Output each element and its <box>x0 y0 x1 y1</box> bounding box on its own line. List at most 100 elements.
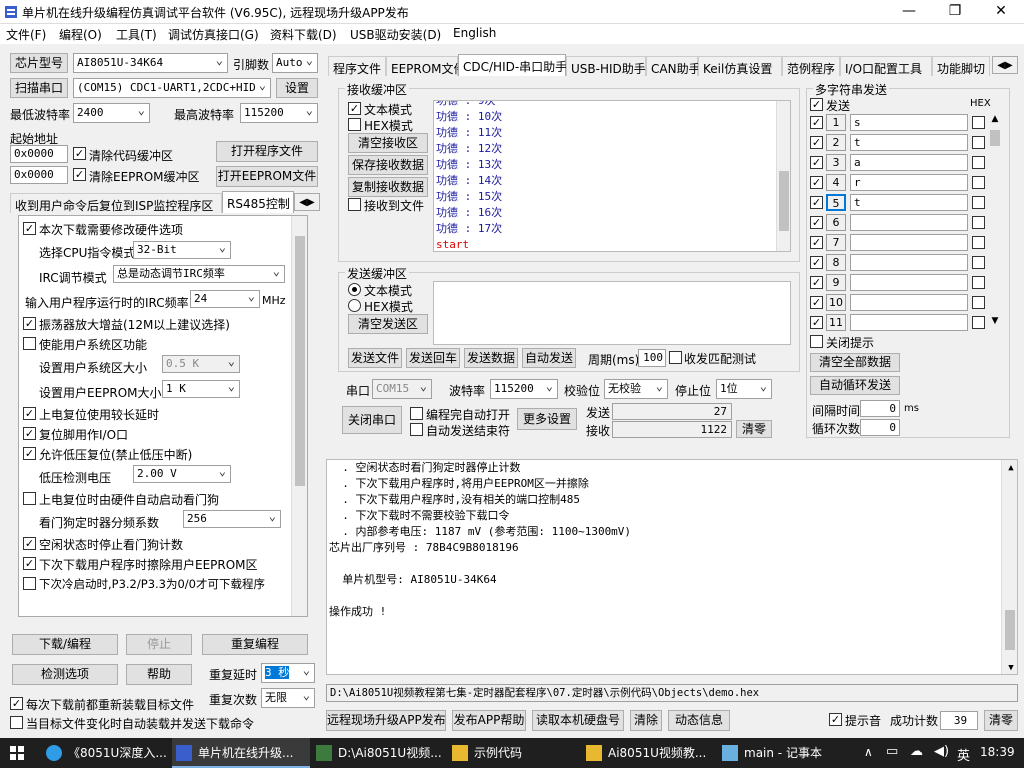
multi-row-hex-checkbox[interactable] <box>972 316 985 329</box>
publish-help-button[interactable]: 发布APP帮助 <box>452 710 526 731</box>
multi-row-hex-checkbox[interactable] <box>972 156 985 169</box>
maximize-icon[interactable]: ❐ <box>932 0 978 24</box>
cold-boot-checkbox[interactable] <box>23 577 36 590</box>
multi-row-send-button[interactable]: 5 <box>826 194 846 211</box>
multi-row-send-checkbox[interactable] <box>810 216 823 229</box>
tab-scroll-icon[interactable]: ◀▶ <box>294 193 320 211</box>
multi-row-hex-checkbox[interactable] <box>972 176 985 189</box>
log-scroll-thumb[interactable] <box>1005 610 1015 650</box>
multi-row-send-checkbox[interactable] <box>810 156 823 169</box>
input-lang[interactable]: 英 <box>957 745 970 764</box>
menu-tools[interactable]: 工具(T) <box>116 26 157 43</box>
auto-loop-button[interactable]: 自动循环发送 <box>810 376 900 395</box>
multi-row-hex-checkbox[interactable] <box>972 256 985 269</box>
loop-input[interactable]: 0 <box>860 419 900 436</box>
multi-row-input[interactable] <box>850 314 968 331</box>
network-icon[interactable]: ▭ <box>886 744 898 759</box>
baud-select[interactable]: 115200 <box>490 379 558 399</box>
multi-row-send-button[interactable]: 3 <box>826 154 846 171</box>
log-scroll-up-icon[interactable]: ▲ <box>1002 460 1017 476</box>
menu-english[interactable]: English <box>453 26 496 40</box>
clear-eeprom-checkbox[interactable] <box>73 168 86 181</box>
copy-recv-button[interactable]: 复制接收数据 <box>348 177 428 197</box>
tab-program-file[interactable]: 程序文件 <box>328 56 386 76</box>
multi-row-send-checkbox[interactable] <box>810 296 823 309</box>
recv-scrollbar[interactable] <box>776 101 790 251</box>
download-button[interactable]: 下载/编程 <box>12 634 118 655</box>
multi-row-input[interactable] <box>850 274 968 291</box>
taskbar-item-isp[interactable]: 单片机在线升级... <box>172 738 310 768</box>
parity-select[interactable]: 无校验 <box>604 379 668 399</box>
multi-row-send-checkbox[interactable] <box>810 176 823 189</box>
tab-eeprom-file[interactable]: EEPROM文件 <box>386 56 466 76</box>
auto-send-button[interactable]: 自动发送 <box>522 348 576 368</box>
period-input[interactable]: 100 <box>638 349 666 367</box>
auto-end-checkbox[interactable] <box>410 423 423 436</box>
multi-row-send-button[interactable]: 4 <box>826 174 846 191</box>
send-hex-mode-radio[interactable] <box>348 299 361 312</box>
multi-row-send-checkbox[interactable] <box>810 316 823 329</box>
eeprom-addr-input[interactable]: 0x0000 <box>10 166 68 184</box>
lvd-select[interactable]: 2.00 V <box>133 465 231 483</box>
recv-hex-mode-checkbox[interactable] <box>348 118 361 131</box>
menu-file[interactable]: 文件(F) <box>6 26 46 43</box>
chip-model-button[interactable]: 芯片型号 <box>10 53 68 73</box>
taskbar-item-vscode[interactable]: D:\Ai8051U视频... <box>312 738 446 768</box>
send-file-button[interactable]: 发送文件 <box>348 348 402 368</box>
multi-row-send-checkbox[interactable] <box>810 256 823 269</box>
right-tab-scroll-icon[interactable]: ◀▶ <box>992 56 1018 74</box>
multi-scroll-thumb[interactable] <box>990 130 1000 146</box>
recv-scroll-thumb[interactable] <box>779 171 789 231</box>
tab-can[interactable]: CAN助手 <box>646 56 701 76</box>
send-text-mode-radio[interactable] <box>348 283 361 296</box>
multi-row-send-button[interactable]: 2 <box>826 134 846 151</box>
sys-size-select[interactable]: 0.5 K <box>162 355 240 373</box>
wdt-div-select[interactable]: 256 <box>183 510 281 528</box>
check-options-button[interactable]: 检测选项 <box>12 664 118 685</box>
multi-row-hex-checkbox[interactable] <box>972 116 985 129</box>
pwr-delay-checkbox[interactable] <box>23 407 36 420</box>
tab-cdc-serial[interactable]: CDC/HID-串口助手 <box>458 54 567 76</box>
multi-row-send-checkbox[interactable] <box>810 136 823 149</box>
multi-row-input[interactable] <box>850 234 968 251</box>
menu-program[interactable]: 编程(O) <box>59 26 102 43</box>
scroll-down-icon[interactable]: ▼ <box>988 316 1002 326</box>
irc-mode-select[interactable]: 总是动态调节IRC频率 <box>113 265 285 283</box>
recv-to-file-checkbox[interactable] <box>348 198 361 211</box>
log-scroll-down-icon[interactable]: ▼ <box>1002 660 1017 674</box>
tab-pin-switch[interactable]: 功能脚切 <box>932 56 990 76</box>
osc-checkbox[interactable] <box>23 317 36 330</box>
close-hint-checkbox[interactable] <box>810 335 823 348</box>
wdt-idle-checkbox[interactable] <box>23 537 36 550</box>
options-scroll-thumb[interactable] <box>295 236 305 486</box>
send-data-button[interactable]: 发送数据 <box>464 348 518 368</box>
multi-row-input[interactable]: t <box>850 134 968 151</box>
tab-isp-reset[interactable]: 收到用户命令后复位到ISP监控程序区 <box>10 193 222 213</box>
recv-text-mode-checkbox[interactable] <box>348 102 361 115</box>
multi-row-send-button[interactable]: 10 <box>826 294 846 311</box>
port-select[interactable]: (COM15) CDC1-UART1,2CDC+HID <box>73 78 271 98</box>
interval-input[interactable]: 0 <box>860 400 900 417</box>
clear-send-button[interactable]: 清空发送区 <box>348 314 428 334</box>
serial-port-select[interactable]: COM15 <box>372 379 432 399</box>
minimize-icon[interactable]: — <box>886 0 932 24</box>
tab-examples[interactable]: 范例程序 <box>782 56 840 76</box>
send-textarea[interactable] <box>433 281 791 345</box>
taskbar-item-browser[interactable]: 《8051U深度入... <box>42 738 170 768</box>
save-recv-button[interactable]: 保存接收数据 <box>348 155 428 175</box>
multi-row-send-button[interactable]: 1 <box>826 114 846 131</box>
log-output[interactable]: . 空闲状态时看门狗定时器停止计数 . 下次下载用户程序时,将用户EEPROM区… <box>326 459 1018 675</box>
multi-row-send-button[interactable]: 8 <box>826 254 846 271</box>
autoload-checkbox[interactable] <box>10 716 23 729</box>
wdt-hw-checkbox[interactable] <box>23 492 36 505</box>
clear-recv-button[interactable]: 清空接收区 <box>348 133 428 153</box>
tab-usb-hid[interactable]: USB-HID助手 <box>566 56 646 76</box>
stop-bits-select[interactable]: 1位 <box>716 379 772 399</box>
open-program-button[interactable]: 打开程序文件 <box>216 141 318 162</box>
multi-row-input[interactable]: s <box>850 114 968 131</box>
multi-scrollbar[interactable]: ▲ ▼ <box>988 114 1002 330</box>
multi-row-input[interactable] <box>850 254 968 271</box>
taskbar-item-notepad[interactable]: main - 记事本 <box>718 738 848 768</box>
multi-row-send-button[interactable]: 11 <box>826 314 846 331</box>
clear-all-button[interactable]: 清空全部数据 <box>810 353 900 372</box>
